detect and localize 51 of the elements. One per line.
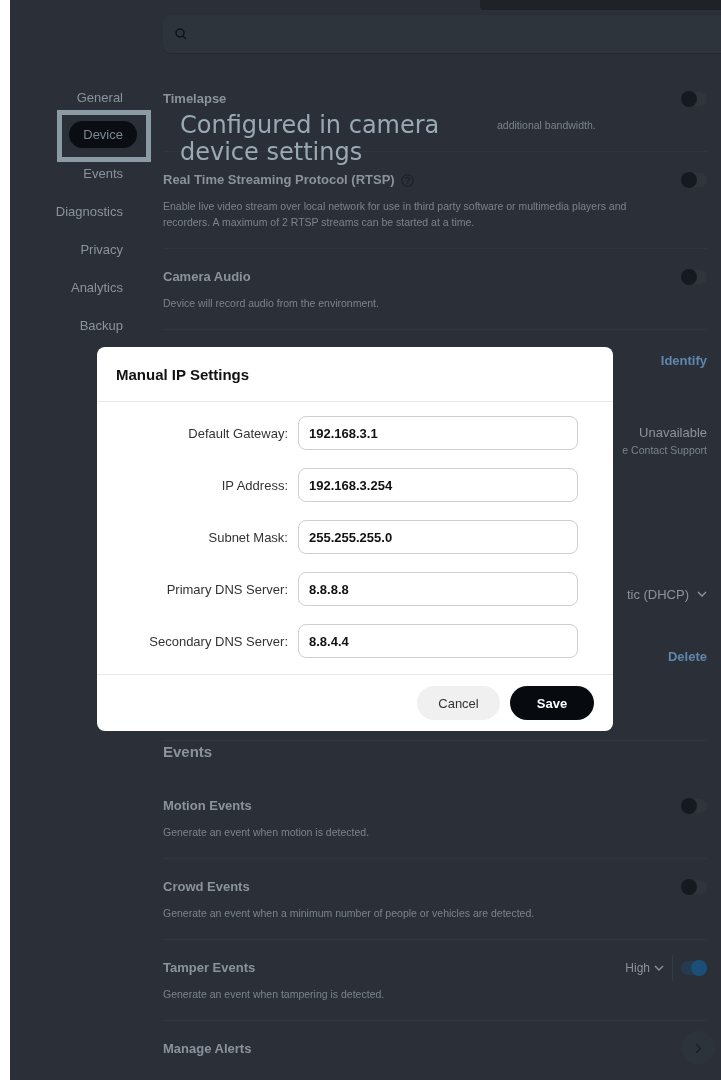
sidebar-item[interactable]: General [76, 78, 123, 116]
toggle-switch[interactable] [681, 799, 707, 813]
input-field[interactable]: 192.168.3.254 [298, 468, 578, 502]
setting-title: Camera Audio [163, 268, 251, 286]
field-label: IP Address: [220, 477, 288, 493]
setting-title: Crowd Events [163, 878, 250, 896]
setting-description: additional bandwidth. [497, 118, 597, 133]
setting-description: Generate an event when tampering is detected. [163, 987, 386, 1002]
level-dropdown[interactable]: High [625, 961, 664, 975]
action-link[interactable]: Delete [667, 649, 707, 664]
sidebar-item[interactable]: Analytics [70, 268, 123, 306]
field-label: Primary DNS Server: [165, 581, 288, 597]
field-label: Secondary DNS Server: [148, 633, 288, 649]
field-label: Subnet Mask: [207, 529, 288, 545]
sidebar-item[interactable]: Events [83, 154, 123, 192]
sidebar-item[interactable]: Device [69, 121, 137, 148]
setting-title: Tamper Events [163, 959, 256, 977]
input-field[interactable]: 255.255.255.0 [298, 520, 578, 554]
sidebar-item[interactable]: Diagnostics [55, 192, 123, 230]
setting-title: Real Time Streaming Protocol (RTSP) [163, 171, 395, 189]
status-text: Unavailable [639, 425, 707, 440]
input-field[interactable]: 8.8.4.4 [298, 624, 578, 658]
annotation-text: Configured in camera device settings [180, 112, 441, 166]
input-field[interactable]: 8.8.8.8 [298, 572, 578, 606]
setting-title: Timelapse [163, 90, 227, 108]
mode-dropdown[interactable]: tic (DHCP) [626, 587, 707, 602]
sidebar-item[interactable]: Backup [79, 306, 123, 344]
toggle-switch[interactable] [681, 270, 707, 284]
cancel-button[interactable]: Cancel [417, 686, 500, 720]
chevron-down-icon [654, 964, 664, 972]
search-icon [175, 28, 187, 40]
setting-description: Enable live video stream over local network for use in third party software or multimedia players and recorders. A maximum of 2 RTSP streams can be started at a time. [163, 199, 628, 230]
setting-description: Generate an event when a minimum number of people or vehicles are detected. [163, 906, 536, 921]
setting-title: Motion Events [163, 797, 252, 815]
chevron-down-icon [697, 591, 707, 598]
support-note: e Contact Support [622, 444, 707, 456]
search-field[interactable] [163, 15, 721, 53]
setting-description: Device will record audio from the environment. [163, 296, 380, 311]
setting-description: Generate an event when motion is detected. [163, 825, 371, 840]
section-heading: Events [163, 742, 214, 762]
field-label: Default Gateway: [187, 425, 288, 441]
toggle-switch[interactable] [681, 880, 707, 894]
toggle-switch[interactable] [681, 961, 707, 975]
dialog-title: Manual IP Settings [116, 365, 250, 383]
sidebar-item[interactable]: Privacy [80, 230, 123, 268]
save-button[interactable]: Save [510, 686, 594, 720]
setting-title: Manage Alerts [163, 1040, 252, 1056]
input-field[interactable]: 192.168.3.1 [298, 416, 578, 450]
action-link[interactable]: Identify [660, 352, 707, 368]
toggle-switch[interactable] [681, 173, 707, 187]
toggle-switch[interactable] [681, 92, 707, 106]
